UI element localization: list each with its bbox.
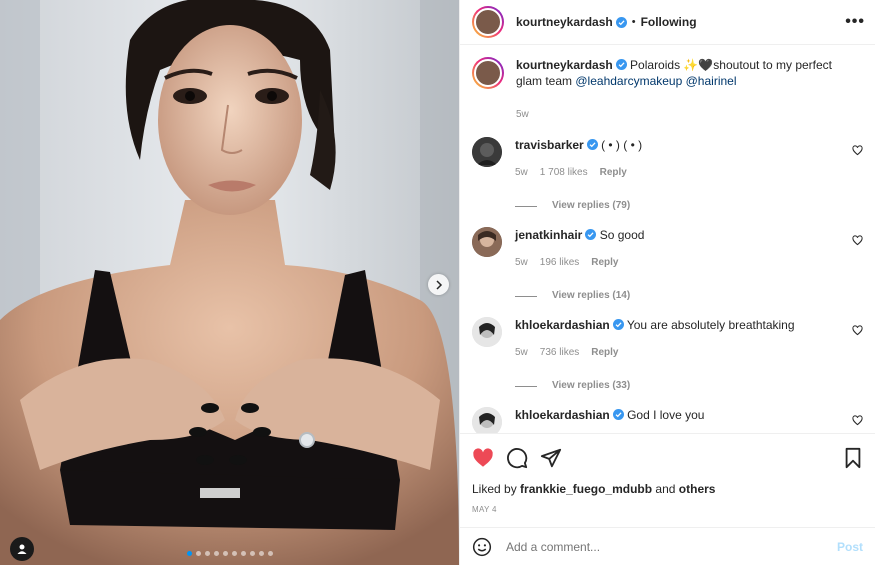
comment-item: khloekardashian God I love you — [472, 407, 865, 433]
post-photo — [0, 0, 459, 565]
comment-avatar[interactable] — [472, 317, 502, 347]
heart-icon[interactable] — [852, 415, 863, 426]
comment-text: ( • ) ( • ) — [601, 138, 643, 152]
carousel-dot — [222, 551, 228, 556]
post-caption: kourtneykardash Polaroids ✨🖤shoutout to … — [472, 57, 865, 123]
comment-item: travisbarker ( • ) ( • ) 5w 1 708 likes … — [472, 137, 865, 214]
mention-link[interactable]: @hairinel — [686, 74, 737, 88]
divider-line — [515, 385, 537, 387]
caption-time[interactable]: 5w — [516, 107, 856, 123]
verified-badge-icon — [585, 228, 597, 240]
carousel-dot — [249, 551, 255, 556]
verified-badge-icon — [615, 16, 627, 28]
comment-likes[interactable]: 196 likes — [540, 255, 579, 271]
heart-icon — [472, 447, 494, 469]
share-button[interactable] — [540, 447, 562, 469]
emoji-icon — [472, 537, 492, 557]
comment-avatar[interactable] — [472, 407, 502, 433]
heart-icon[interactable] — [852, 235, 863, 246]
author-username[interactable]: kourtneykardash — [516, 15, 613, 29]
next-slide-button[interactable] — [428, 274, 449, 295]
share-icon — [540, 447, 562, 469]
comment-likes[interactable]: 1 708 likes — [540, 165, 588, 181]
bookmark-icon — [843, 447, 863, 469]
divider-line — [515, 205, 537, 207]
post-date[interactable]: MAY 4 — [472, 505, 863, 514]
following-button[interactable]: Following — [641, 15, 697, 29]
comment-time[interactable]: 5w — [515, 165, 528, 181]
carousel-dot — [258, 551, 264, 556]
liked-by-user-link[interactable]: frankkie_fuego_mdubb — [520, 482, 652, 496]
comment-time[interactable]: 5w — [515, 255, 528, 271]
carousel-dot — [195, 551, 201, 556]
verified-badge-icon — [612, 318, 624, 330]
heart-icon[interactable] — [852, 145, 863, 156]
comment-text: You are absolutely breathtaking — [626, 318, 795, 332]
verified-badge-icon — [615, 58, 627, 70]
mention-link[interactable]: @leahdarcymakeup — [575, 74, 682, 88]
reply-button[interactable]: Reply — [591, 255, 618, 271]
comments-list[interactable]: kourtneykardash Polaroids ✨🖤shoutout to … — [460, 45, 875, 433]
liked-by-and: and — [655, 482, 676, 496]
comment-username[interactable]: jenatkinhair — [515, 228, 582, 242]
view-replies-button[interactable]: View replies (14) — [515, 288, 835, 304]
view-replies-label: View replies (33) — [552, 380, 631, 391]
comment-input[interactable] — [506, 539, 837, 554]
liked-by-summary: Liked by frankkie_fuego_mdubb and others — [472, 482, 863, 496]
verified-badge-icon — [612, 408, 624, 420]
instagram-post-modal: kourtneykardash • Following ••• kourtney… — [0, 0, 875, 565]
add-comment-bar: Post — [460, 527, 875, 565]
like-button[interactable] — [472, 447, 494, 469]
more-options-button[interactable]: ••• — [845, 14, 865, 30]
tagged-user-icon — [16, 543, 28, 555]
post-header: kourtneykardash • Following ••• — [460, 0, 875, 45]
comment-likes[interactable]: 736 likes — [540, 345, 579, 361]
caption-username[interactable]: kourtneykardash — [516, 58, 613, 72]
carousel-indicators — [0, 551, 459, 556]
save-button[interactable] — [843, 447, 863, 469]
view-replies-button[interactable]: View replies (33) — [515, 378, 835, 394]
header-separator: • — [631, 16, 636, 28]
caption-avatar[interactable] — [472, 57, 504, 89]
post-side-panel: kourtneykardash • Following ••• kourtney… — [459, 0, 875, 565]
emoji-picker-button[interactable] — [472, 537, 492, 557]
liked-by-others-link[interactable]: others — [679, 482, 716, 496]
comment-item: jenatkinhair So good 5w 196 likes Reply … — [472, 227, 865, 304]
comment-button[interactable] — [506, 447, 528, 469]
author-avatar[interactable] — [472, 6, 504, 38]
comment-time[interactable]: 5w — [515, 345, 528, 361]
carousel-dot — [213, 551, 219, 556]
verified-badge-icon — [586, 138, 598, 150]
comment-icon — [506, 447, 528, 469]
divider-line — [515, 295, 537, 297]
carousel-dot — [267, 551, 273, 556]
post-actions: Liked by frankkie_fuego_mdubb and others… — [460, 433, 875, 565]
post-media[interactable] — [0, 0, 459, 565]
carousel-dot — [240, 551, 246, 556]
tagged-users-button[interactable] — [10, 537, 34, 561]
view-replies-button[interactable]: View replies (79) — [515, 198, 835, 214]
comment-text: God I love you — [627, 408, 705, 422]
post-comment-button[interactable]: Post — [837, 540, 863, 554]
comment-username[interactable]: travisbarker — [515, 138, 584, 152]
comment-avatar[interactable] — [472, 137, 502, 167]
comment-username[interactable]: khloekardashian — [515, 408, 610, 422]
carousel-dot — [231, 551, 237, 556]
heart-icon[interactable] — [852, 325, 863, 336]
comment-avatar[interactable] — [472, 227, 502, 257]
view-replies-label: View replies (14) — [552, 290, 631, 301]
liked-by-prefix: Liked by — [472, 482, 517, 496]
comment-username[interactable]: khloekardashian — [515, 318, 610, 332]
carousel-dot — [186, 551, 192, 556]
reply-button[interactable]: Reply — [600, 165, 627, 181]
reply-button[interactable]: Reply — [591, 345, 618, 361]
carousel-dot — [204, 551, 210, 556]
comment-item: khloekardashian You are absolutely breat… — [472, 317, 865, 394]
chevron-right-icon — [434, 279, 444, 290]
view-replies-label: View replies (79) — [552, 200, 631, 211]
comment-text: So good — [599, 228, 645, 242]
